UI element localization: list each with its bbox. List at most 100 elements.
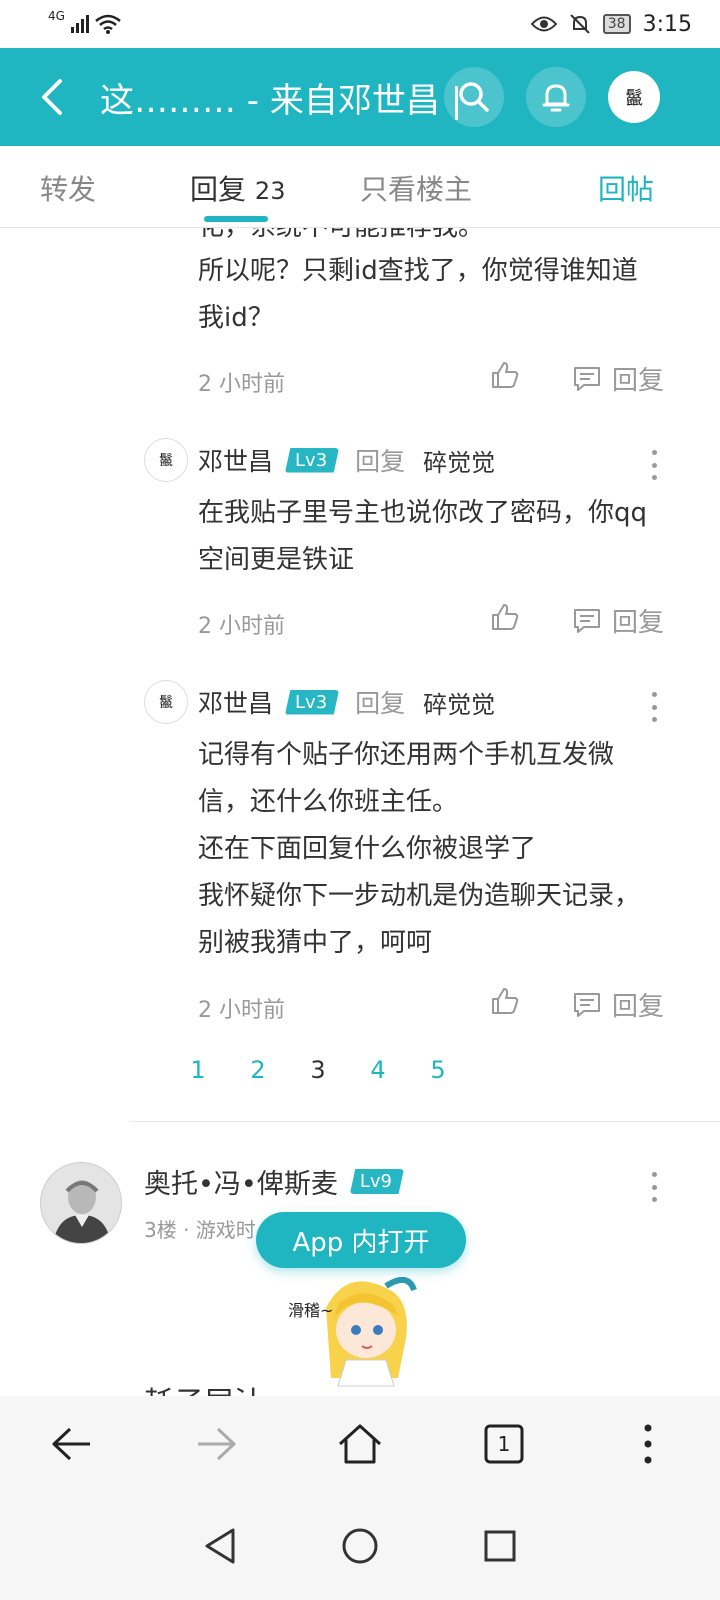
page-link[interactable]: 1 [190,1056,206,1084]
avatar[interactable]: 鬣 [144,438,188,482]
browser-back-button[interactable] [42,1414,102,1474]
level-badge: Lv9 [349,1169,404,1194]
comment-icon [574,366,600,391]
wifi-icon [95,14,121,34]
level-badge: Lv3 [285,447,340,473]
reply-word: 回复 [355,447,406,476]
comment-reply-button[interactable]: 回复 [572,602,664,639]
page-title: 这……… - 来自邓世昌 |… [100,80,460,121]
sticker-image: 滑稽~ [286,1268,436,1392]
comment-line: 空间更是铁证 [198,545,355,575]
comment-reply-button[interactable]: 回复 [572,986,664,1023]
thumbs-up-icon [492,988,519,1014]
tab-bar: 转发 回复 23 只看楼主 回帖 [0,146,720,228]
username[interactable]: 奥托•冯•俾斯麦 [144,1162,338,1201]
comment-text: 所以呢？只剩id查找了，你觉得谁知道 我id？ [198,248,678,342]
system-recents-button[interactable] [475,1521,525,1571]
user-avatar-button[interactable]: 鬣 [608,71,660,123]
open-in-app-button[interactable]: App 内打开 [256,1212,466,1268]
comment-icon [574,608,600,633]
tab-replies-label: 回复 [190,173,247,206]
avatar[interactable]: 鬣 [144,680,188,724]
floor-content-cut: 耗子尾汁 [144,1378,264,1396]
reply-to-username[interactable]: 碎觉觉 [423,443,495,478]
tab-forward[interactable]: 转发 [40,168,96,208]
tab-count: 1 [497,1432,511,1456]
portrait-image [41,1163,121,1243]
page-link[interactable]: 2 [250,1056,266,1084]
browser-tabs-button[interactable]: 1 [474,1414,534,1474]
comment-time: 2 小时前 [198,372,285,397]
level-badge: Lv3 [285,689,340,715]
comment-line: 别被我猜中了，呵呵 [198,928,433,958]
comment-header: 鬣 邓世昌 Lv3 回复 碎觉觉 [144,438,495,482]
status-right: 38 3:15 [530,11,692,37]
chevron-left-icon [42,79,62,115]
comment-line: 信，还什么你班主任。 [198,787,459,817]
system-back-button[interactable] [195,1521,245,1571]
clock: 3:15 [642,11,692,37]
tab-op-only[interactable]: 只看楼主 [360,168,472,208]
comment-line: 记得有个贴子你还用两个手机互发微 [198,740,615,770]
tab-replies-count: 23 [254,177,286,205]
signal-icon [70,15,89,33]
comment-time: 2 小时前 [198,998,285,1023]
comment-icon [574,992,600,1017]
comment-text: 在我贴子里号主也说你改了密码，你qq 空间更是铁证 [198,490,678,584]
reply-post-button[interactable]: 回帖 [598,168,654,208]
username[interactable]: 邓世昌 [198,684,273,720]
sticker-text: 滑稽~ [288,1301,333,1320]
floor-meta: 3楼 · 游戏时 [144,1218,256,1242]
tab-replies[interactable]: 回复 23 [190,168,285,208]
arrow-left-icon [52,1427,90,1461]
page-link[interactable]: 5 [430,1056,446,1084]
thumbs-up-icon [492,362,519,388]
reply-label: 回复 [612,608,665,638]
status-left: 4G [48,9,121,34]
comment-line: 我怀疑你下一步动机是伪造聊天记录， [198,881,641,911]
tab-active-indicator [204,216,268,222]
square-recents-icon [484,1530,516,1562]
more-options-button[interactable] [642,692,666,722]
like-button[interactable] [490,602,520,632]
like-button[interactable] [490,986,520,1016]
back-button[interactable] [22,67,82,127]
reply-pager: 1 2 3 4 5 [190,1056,446,1084]
comment-line: 还在下面回复什么你被退学了 [198,834,537,864]
username[interactable]: 邓世昌 [198,442,273,478]
divider [130,1121,720,1122]
browser-menu-button[interactable] [618,1414,678,1474]
system-home-button[interactable] [335,1521,385,1571]
triangle-back-icon [205,1528,235,1564]
search-button[interactable] [444,67,504,127]
home-icon [338,1424,382,1464]
battery-indicator: 38 [602,14,631,34]
like-button[interactable] [490,360,520,390]
reply-to-username[interactable]: 碎觉觉 [423,685,495,720]
floor-header: 奥托•冯•俾斯麦 Lv9 [144,1162,404,1201]
comment-time: 2 小时前 [198,614,285,639]
comment-line: 我id？ [198,303,274,333]
browser-forward-button[interactable] [186,1414,246,1474]
browser-home-button[interactable] [330,1414,390,1474]
circle-home-icon [342,1528,378,1564]
more-options-button[interactable] [642,450,666,480]
network-type: 4G [48,9,65,23]
comment-header: 鬣 邓世昌 Lv3 回复 碎觉觉 [144,680,495,724]
status-bar: 4G 38 3:15 [0,0,720,48]
comment-text: 记得有个贴子你还用两个手机互发微 信，还什么你班主任。 还在下面回复什么你被退学… [198,732,678,967]
floor-avatar[interactable] [40,1162,122,1244]
notifications-button[interactable] [526,67,586,127]
arrow-right-icon [198,1427,236,1461]
more-options-button[interactable] [642,1172,666,1202]
page-link[interactable]: 4 [370,1056,386,1084]
more-vertical-icon [644,1424,652,1464]
reply-word: 回复 [355,689,406,718]
comment-reply-button[interactable]: 回复 [572,360,664,397]
comment-line: 在我贴子里号主也说你改了密码，你qq [198,498,648,528]
page-current: 3 [310,1056,326,1084]
bell-icon [542,84,570,112]
reply-label: 回复 [612,366,665,396]
top-bar: 这……… - 来自邓世昌 |… 鬣 [0,48,720,146]
reply-list: 化，系统不可能推荐我。 所以呢？只剩id查找了，你觉得谁知道 我id？ 2 小时… [0,228,720,1396]
